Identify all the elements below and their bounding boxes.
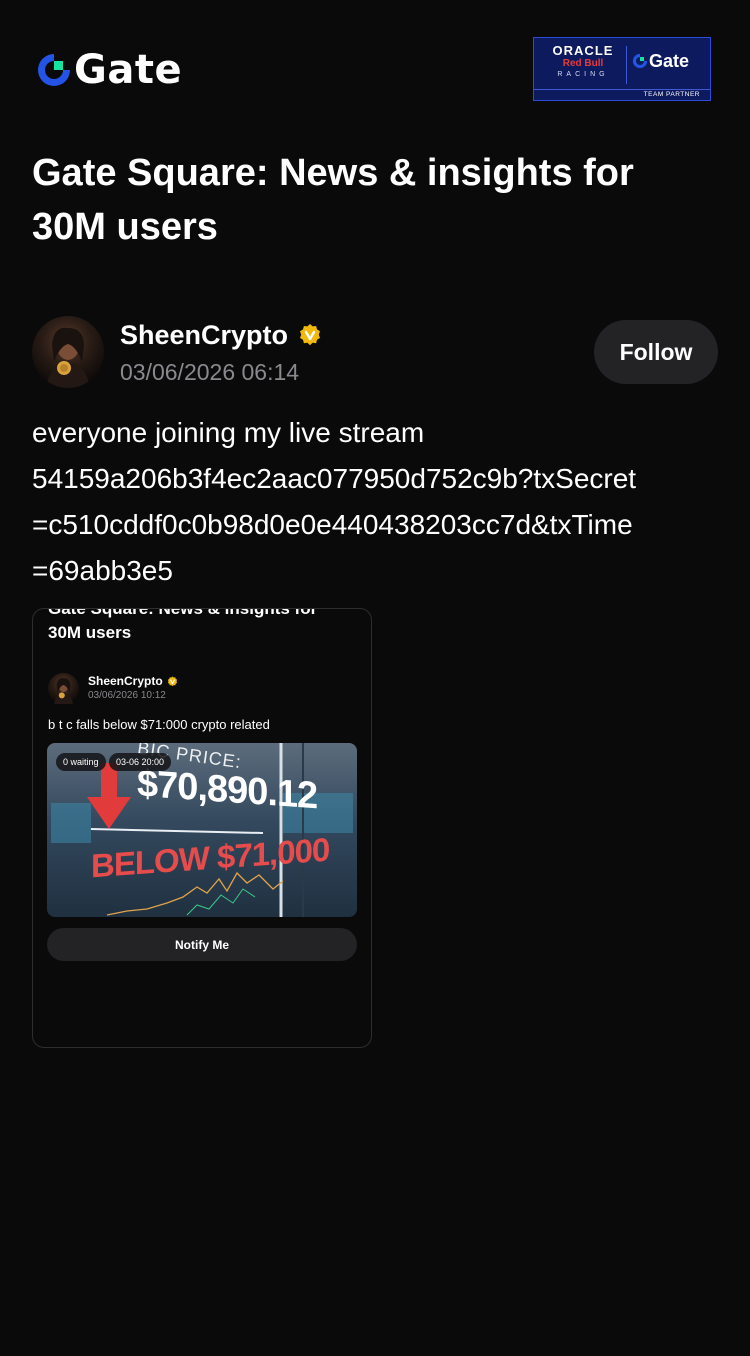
partner-divider (626, 46, 627, 84)
avatar-photo-icon (46, 327, 90, 388)
verified-badge-icon (167, 675, 177, 686)
preview-title-line: 30M users (48, 623, 132, 642)
preview-timestamp: 03/06/2026 10:12 (88, 690, 166, 701)
team-partner-badge: ORACLE Red Bull RACING Gate TEAM PARTNER (533, 37, 711, 101)
oracle-text: ORACLE (552, 43, 614, 58)
redbull-text: Red Bull (562, 58, 604, 69)
header: Gate ORACLE Red Bull RACING Gate TEAM PA… (0, 0, 750, 140)
team-partner-label: TEAM PARTNER (643, 91, 700, 98)
post-timestamp: 03/06/2026 06:14 (120, 359, 300, 385)
partner-footer: TEAM PARTNER (534, 89, 710, 101)
down-arrow-icon (87, 763, 131, 829)
page-title: Gate Square: News & insights for 30M use… (32, 152, 634, 248)
waiting-count-badge: 0 waiting (56, 753, 106, 771)
author-name[interactable]: SheenCrypto (120, 318, 288, 352)
preview-author: SheenCrypto 03/06/2026 10:12 (48, 673, 358, 705)
gate-small-logo-icon (632, 53, 648, 69)
verified-badge-icon (300, 324, 321, 346)
schedule-date-badge: 03-06 20:00 (109, 753, 172, 771)
follow-button[interactable]: Follow (594, 320, 718, 384)
post-line: 54159a206b3f4ec2aac077950d752c9b?txSecre… (32, 463, 637, 494)
gate-logo-icon (38, 54, 70, 86)
preview-avatar (48, 673, 79, 704)
partner-gate-text: Gate (649, 51, 690, 71)
gate-logo[interactable]: Gate (36, 50, 182, 90)
preview-author-name: SheenCrypto (88, 674, 163, 688)
preview-text: b t c falls below $71:000 crypto related (48, 717, 270, 732)
post-author: SheenCrypto 03/06/2026 06:14 Follow (32, 316, 718, 388)
post-line: everyone joining my live stream (32, 417, 425, 448)
post-body: everyone joining my live stream 54159a20… (32, 410, 722, 594)
preview-avatar-photo-icon (54, 678, 73, 704)
notify-me-button[interactable]: Notify Me (47, 928, 357, 961)
partner-gate-logo: Gate (632, 52, 689, 70)
post-line: =69abb3e5 (32, 555, 173, 586)
preview-title: Gate Square: News & insights for 30M use… (48, 608, 358, 645)
brand-name: Gate (74, 47, 183, 93)
oracle-redbull-logo: ORACLE Red Bull RACING (542, 44, 624, 84)
post-line: =c510cddf0c0b98d0e0e440438203cc7d&txTime (32, 509, 633, 540)
preview-title-line: Gate Square: News & insights for (48, 608, 318, 618)
avatar[interactable] (32, 316, 104, 388)
preview-image[interactable]: BIC PRICE: $70,890.12 BELOW $71,000 0 wa… (47, 743, 357, 917)
author-name-row: SheenCrypto (120, 318, 322, 352)
racing-text: RACING (557, 71, 609, 78)
preview-name-row: SheenCrypto (88, 674, 178, 688)
shared-post-preview[interactable]: Gate Square: News & insights for 30M use… (32, 608, 372, 1048)
